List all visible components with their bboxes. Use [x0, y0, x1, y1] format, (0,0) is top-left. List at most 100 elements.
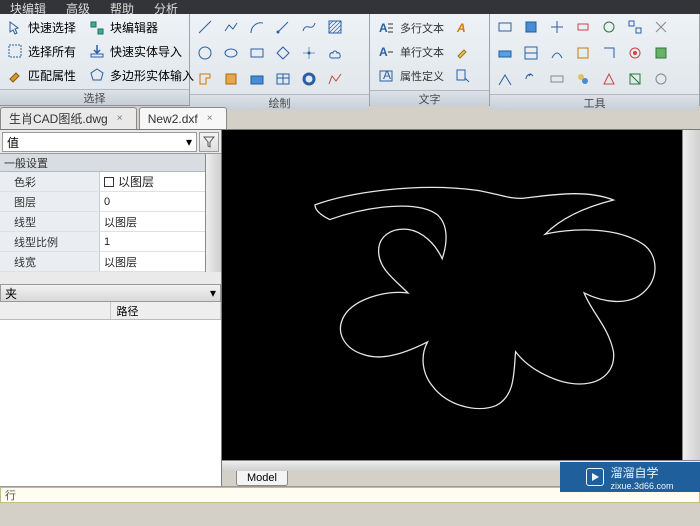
canvas-area: Model: [222, 130, 700, 486]
3dpoly-icon[interactable]: [324, 68, 346, 90]
tool-icon[interactable]: [598, 68, 620, 90]
watermark: 溜溜自学 zixue.3d66.com: [560, 462, 700, 492]
menu-bar: 块编辑 高级 帮助 分析: [0, 0, 700, 14]
ray-icon[interactable]: [272, 16, 294, 38]
menu-item[interactable]: 分析: [144, 0, 188, 14]
tool-icon[interactable]: [598, 42, 620, 64]
text-edit-icon[interactable]: [452, 41, 474, 63]
text-style-icon[interactable]: A: [452, 17, 474, 39]
property-row[interactable]: 线型比例1: [0, 232, 221, 252]
tool-icon[interactable]: [520, 68, 542, 90]
tool-icon[interactable]: [572, 42, 594, 64]
import-icon: [88, 42, 106, 60]
color-swatch: [104, 177, 114, 187]
polyline-icon[interactable]: [220, 16, 242, 38]
donut-icon[interactable]: [298, 68, 320, 90]
tool-icon[interactable]: [546, 42, 568, 64]
rectangle-icon[interactable]: [246, 42, 268, 64]
tool-icon[interactable]: [624, 42, 646, 64]
arc-icon[interactable]: [246, 16, 268, 38]
polygon-entity-input-button[interactable]: 多边形实体输入: [86, 64, 196, 86]
ribbon-group-select: 快速选择 选择所有 匹配属性 块编辑器 快速实体导入 多边形实体输入 选择: [0, 14, 190, 105]
block-editor-button[interactable]: 块编辑器: [86, 17, 196, 39]
folder-panel-header[interactable]: 夹▾: [0, 284, 221, 302]
polygon-tool-icon[interactable]: [272, 42, 294, 64]
properties-panel: 值▾ 一般设置 色彩以图层 图层0 线型以图层 线型比例1 线宽以图层 夹▾ 路…: [0, 130, 222, 486]
svg-text:A: A: [456, 21, 466, 35]
ribbon-group-tools: 工具: [490, 14, 700, 105]
tool-icon[interactable]: [494, 68, 516, 90]
select-all-button[interactable]: 选择所有: [4, 40, 78, 62]
ribbon-group-draw: 绘制: [190, 14, 370, 105]
mtext-icon: A: [374, 17, 398, 39]
drawing-canvas[interactable]: [222, 130, 682, 460]
revision-cloud-icon[interactable]: [324, 42, 346, 64]
point-icon[interactable]: [298, 42, 320, 64]
property-row[interactable]: 图层0: [0, 192, 221, 212]
menu-item[interactable]: 块编辑: [0, 0, 56, 14]
property-selector[interactable]: 值▾: [2, 132, 197, 152]
tool-icon[interactable]: [546, 16, 568, 38]
tool-icon[interactable]: [572, 68, 594, 90]
tool-icon[interactable]: [494, 42, 516, 64]
match-icon: [6, 66, 24, 84]
column-header[interactable]: [0, 302, 111, 319]
ellipse-icon[interactable]: [220, 42, 242, 64]
stext-icon: A: [374, 41, 398, 63]
ribbon: 快速选择 选择所有 匹配属性 块编辑器 快速实体导入 多边形实体输入 选择: [0, 14, 700, 106]
menu-item[interactable]: 帮助: [100, 0, 144, 14]
document-tab[interactable]: New2.dxf×: [139, 107, 227, 129]
property-row[interactable]: 色彩以图层: [0, 172, 221, 192]
circle-icon[interactable]: [194, 42, 216, 64]
tool-icon[interactable]: [520, 16, 542, 38]
document-tab[interactable]: 生肖CAD图纸.dwg×: [0, 107, 137, 129]
tool-icon[interactable]: [494, 16, 516, 38]
tool-icon[interactable]: [650, 16, 672, 38]
property-filter-button[interactable]: [199, 132, 219, 152]
spline-icon[interactable]: [298, 16, 320, 38]
ribbon-group-label: 文字: [370, 90, 489, 106]
folder-columns: 路径: [0, 302, 221, 320]
folder-list[interactable]: [0, 320, 221, 486]
tool-icon[interactable]: [546, 68, 568, 90]
tool-icon[interactable]: [520, 42, 542, 64]
match-props-button[interactable]: 匹配属性: [4, 64, 78, 86]
tool-icon[interactable]: [624, 68, 646, 90]
select-all-icon: [6, 42, 24, 60]
text-find-icon[interactable]: [452, 65, 474, 87]
attrdef-button[interactable]: A属性定义: [374, 64, 444, 88]
quick-entity-import-button[interactable]: 快速实体导入: [86, 40, 196, 62]
attr-icon: A: [374, 65, 398, 87]
tool-icon[interactable]: [572, 16, 594, 38]
boundary-icon[interactable]: [220, 68, 242, 90]
region-icon[interactable]: [194, 68, 216, 90]
chevron-down-icon: ▾: [210, 286, 216, 300]
ribbon-group-label: 选择: [0, 89, 189, 105]
column-header[interactable]: 路径: [111, 302, 222, 319]
mtext-button[interactable]: A多行文本: [374, 16, 444, 40]
tool-icon[interactable]: [624, 16, 646, 38]
tool-icon[interactable]: [598, 16, 620, 38]
quick-select-button[interactable]: 快速选择: [4, 17, 78, 39]
close-icon[interactable]: ×: [204, 113, 216, 125]
tool-icon[interactable]: [650, 68, 672, 90]
property-row[interactable]: 线宽以图层: [0, 252, 221, 272]
tool-icon[interactable]: [650, 42, 672, 64]
ribbon-group-text: A多行文本 A单行文本 A属性定义 A 文字: [370, 14, 490, 105]
scrollbar-vertical[interactable]: [682, 130, 700, 460]
model-tab[interactable]: Model: [236, 471, 288, 486]
property-section-header[interactable]: 一般设置: [0, 154, 221, 172]
scrollbar-vertical[interactable]: [205, 154, 221, 272]
table-icon[interactable]: [272, 68, 294, 90]
property-row[interactable]: 线型以图层: [0, 212, 221, 232]
close-icon[interactable]: ×: [114, 113, 126, 125]
polygon-icon: [88, 66, 106, 84]
wipeout-icon[interactable]: [246, 68, 268, 90]
svg-text:A: A: [379, 21, 388, 35]
ribbon-group-label: 工具: [490, 94, 699, 110]
play-icon: [586, 468, 604, 486]
line-icon[interactable]: [194, 16, 216, 38]
stext-button[interactable]: A单行文本: [374, 40, 444, 64]
menu-item[interactable]: 高级: [56, 0, 100, 14]
hatch-icon[interactable]: [324, 16, 346, 38]
